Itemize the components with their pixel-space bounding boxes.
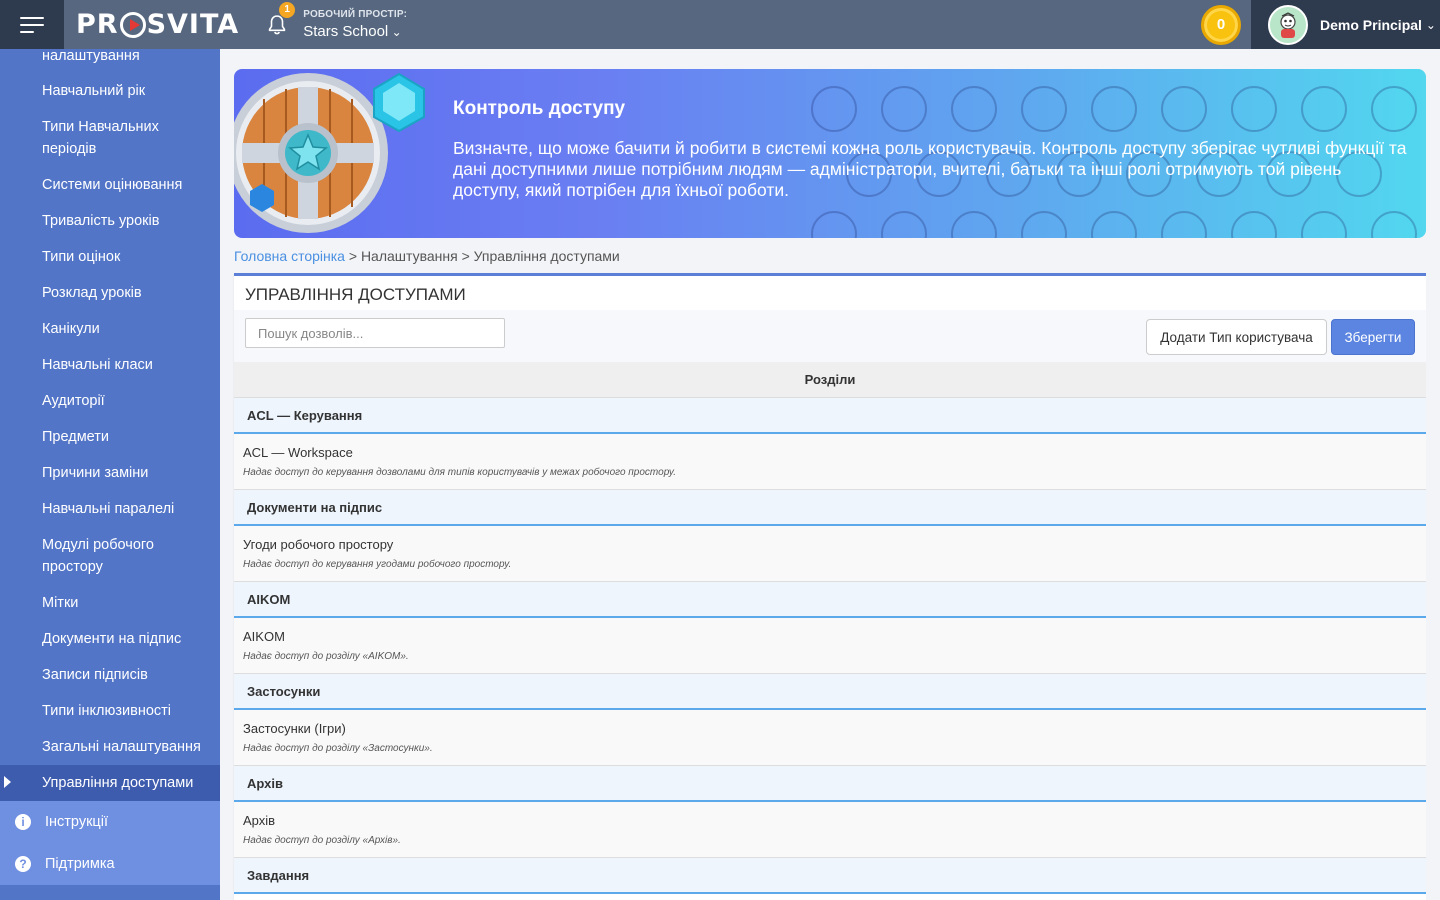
- notification-badge: 1: [279, 1, 296, 18]
- sidebar-item-workspace-modules[interactable]: Модулі робочого простору: [42, 534, 212, 578]
- hamburger-icon: [20, 16, 44, 33]
- permission-name: Архів: [243, 813, 276, 828]
- permission-row[interactable]: Архів Надає доступ до розділу «Архів».: [234, 802, 1426, 858]
- toolbar: Додати Тип користувача Зберегти: [234, 310, 1426, 362]
- page-right-edge: [1426, 273, 1440, 900]
- banner-description: Визначте, що може бачити й робити в сист…: [453, 138, 1407, 200]
- sidebar-item-settings[interactable]: налаштування: [42, 49, 212, 67]
- permission-description: Надає доступ до розділу «Застосунки».: [243, 743, 433, 754]
- workspace-selector[interactable]: РОБОЧИЙ ПРОСТІР: Stars School: [303, 9, 407, 40]
- sidebar-item-substitution-reasons[interactable]: Причини заміни: [42, 462, 212, 484]
- sidebar-item-grade-types[interactable]: Типи оцінок: [42, 246, 212, 268]
- permission-search-input[interactable]: [245, 318, 505, 348]
- sidebar-item-rooms[interactable]: Аудиторії: [42, 390, 212, 412]
- sidebar-item-instructions[interactable]: i Інструкції: [0, 801, 220, 843]
- permission-name: Угоди робочого простору: [243, 537, 394, 552]
- logo-play-icon: [119, 11, 146, 38]
- breadcrumb-settings: Налаштування: [360, 248, 458, 264]
- permission-description: Надає доступ до керування дозволами для …: [243, 467, 677, 478]
- info-icon: i: [15, 814, 31, 830]
- section-header: Документи на підпис: [234, 490, 1426, 526]
- sidebar-item-academic-year[interactable]: Навчальний рік: [42, 80, 212, 102]
- add-user-type-button[interactable]: Додати Тип користувача: [1146, 319, 1327, 355]
- section-header: Завдання: [234, 858, 1426, 894]
- permissions-table: ACL — Керування ACL — Workspace Надає до…: [234, 398, 1426, 894]
- coins-badge[interactable]: 0: [1201, 5, 1241, 45]
- breadcrumb-current: Управління доступами: [473, 248, 620, 264]
- breadcrumb: Головна сторінка > Налаштування > Управл…: [234, 248, 620, 264]
- sidebar-item-tags[interactable]: Мітки: [42, 592, 212, 614]
- user-menu[interactable]: Demo Principal ⌄: [1251, 0, 1440, 49]
- sidebar-item-documents-to-sign[interactable]: Документи на підпис: [42, 628, 212, 650]
- sidebar-item-grading-systems[interactable]: Системи оцінювання: [42, 174, 212, 196]
- permission-row[interactable]: AIKOM Надає доступ до розділу «AIKOM».: [234, 618, 1426, 674]
- save-button[interactable]: Зберегти: [1331, 319, 1415, 355]
- sidebar-item-access-management[interactable]: Управління доступами: [0, 765, 220, 801]
- sidebar-item-lesson-schedule[interactable]: Розклад уроків: [42, 282, 212, 304]
- section-header: AIKOM: [234, 582, 1426, 618]
- sections-column-header: Розділи: [234, 362, 1426, 398]
- sidebar-item-subjects[interactable]: Предмети: [42, 426, 212, 448]
- workspace-name: Stars School: [303, 23, 407, 40]
- permission-name: ACL — Workspace: [243, 445, 353, 460]
- section-header: ACL — Керування: [234, 398, 1426, 434]
- permission-row[interactable]: ACL — Workspace Надає доступ до керуванн…: [234, 434, 1426, 490]
- user-avatar-icon: [1280, 11, 1296, 38]
- permission-name: AIKOM: [243, 629, 285, 644]
- sidebar-item-support[interactable]: ? Підтримка: [0, 843, 220, 885]
- sidebar: налаштування Навчальний рік Типи Навчаль…: [0, 49, 220, 900]
- section-header: Архів: [234, 766, 1426, 802]
- notifications-button[interactable]: 1: [267, 1, 296, 36]
- breadcrumb-home-link[interactable]: Головна сторінка: [234, 248, 345, 264]
- sidebar-item-holidays[interactable]: Канікули: [42, 318, 212, 340]
- banner-title: Контроль доступу: [453, 98, 626, 119]
- logo[interactable]: PR SVITA: [76, 9, 239, 40]
- sidebar-item-general-settings[interactable]: Загальні налаштування: [42, 736, 212, 758]
- page-title: УПРАВЛІННЯ ДОСТУПАМИ: [245, 285, 466, 304]
- info-banner: Контроль доступу Визначте, що може бачит…: [234, 69, 1426, 238]
- sidebar-item-inclusivity-types[interactable]: Типи інклюзивності: [42, 700, 212, 722]
- sidebar-item-signature-records[interactable]: Записи підписів: [42, 664, 212, 686]
- shield-icon: [234, 72, 425, 233]
- access-management-panel: УПРАВЛІННЯ ДОСТУПАМИ Додати Тип користув…: [234, 273, 1426, 900]
- avatar: [1268, 4, 1308, 45]
- sidebar-item-classes[interactable]: Навчальні класи: [42, 354, 212, 376]
- user-name: Demo Principal: [1320, 16, 1422, 33]
- permission-name: Застосунки (Ігри): [243, 721, 346, 736]
- sidebar-item-period-types[interactable]: Типи Навчальних періодів: [42, 116, 212, 160]
- permission-row[interactable]: Угоди робочого простору Надає доступ до …: [234, 526, 1426, 582]
- permission-description: Надає доступ до розділу «AIKOM».: [243, 651, 409, 662]
- permission-row[interactable]: Застосунки (Ігри) Надає доступ до розділ…: [234, 710, 1426, 766]
- sidebar-item-parallels[interactable]: Навчальні паралелі: [42, 498, 212, 520]
- permission-description: Надає доступ до розділу «Архів».: [243, 835, 401, 846]
- menu-toggle-button[interactable]: [0, 0, 64, 49]
- sidebar-item-lesson-duration[interactable]: Тривалість уроків: [42, 210, 212, 232]
- section-header: Застосунки: [234, 674, 1426, 710]
- chevron-down-icon: ⌄: [1425, 17, 1436, 32]
- help-icon: ?: [15, 856, 31, 872]
- permission-description: Надає доступ до керування угодами робочо…: [243, 559, 512, 570]
- workspace-label: РОБОЧИЙ ПРОСТІР:: [303, 9, 408, 20]
